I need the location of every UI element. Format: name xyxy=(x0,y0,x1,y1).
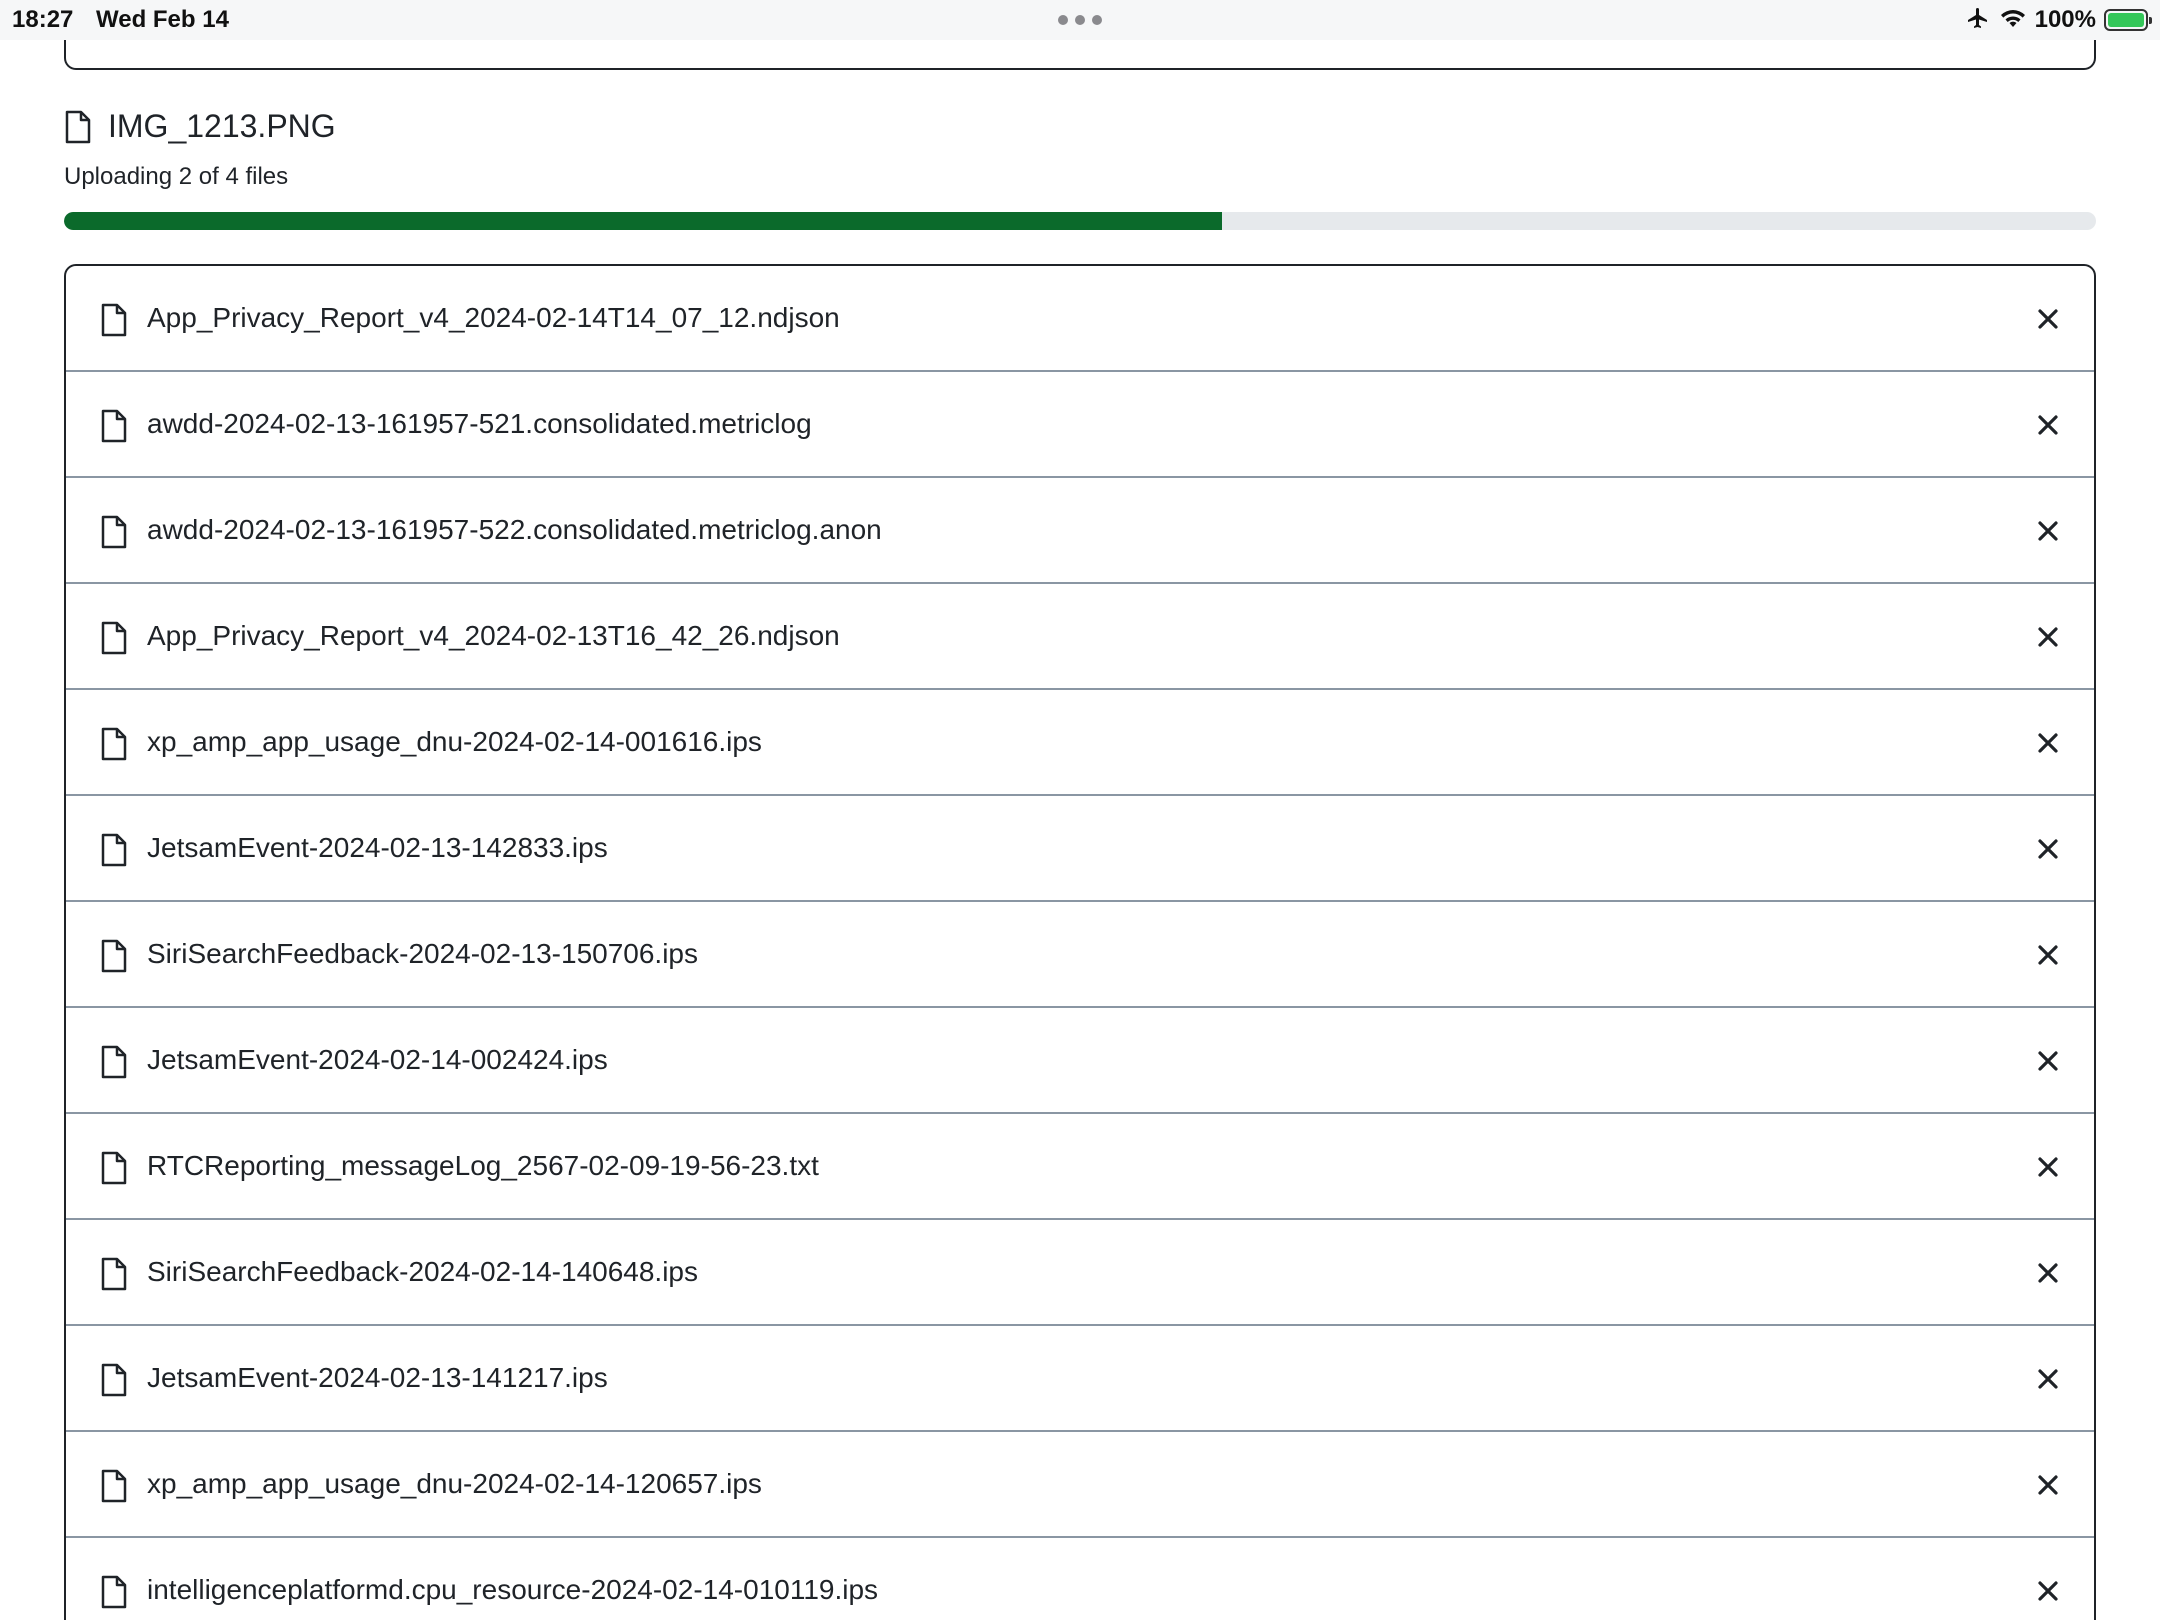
file-name: JetsamEvent-2024-02-13-141217.ips xyxy=(147,1362,608,1393)
file-name: SiriSearchFeedback-2024-02-14-140648.ips xyxy=(147,1256,699,1287)
status-indicators: 100% xyxy=(1965,4,2152,36)
file-row: awdd-2024-02-13-161957-521.consolidated.… xyxy=(66,372,2094,478)
remove-file-button[interactable] xyxy=(2028,299,2068,339)
file-row: RTCReporting_messageLog_2567-02-09-19-56… xyxy=(66,1114,2094,1220)
status-bar: 18:27 Wed Feb 14 100% xyxy=(0,0,2160,40)
remove-file-button[interactable] xyxy=(2028,935,2068,975)
file-list: App_Privacy_Report_v4_2024-02-14T14_07_1… xyxy=(64,264,2096,1620)
file-icon xyxy=(100,515,128,549)
remove-file-button[interactable] xyxy=(2028,1253,2068,1293)
file-name: xp_amp_app_usage_dnu-2024-02-14-001616.i… xyxy=(147,726,762,757)
battery-percent: 100% xyxy=(2034,6,2096,33)
file-name: intelligenceplatformd.cpu_resource-2024-… xyxy=(147,1574,879,1605)
file-icon xyxy=(64,110,92,144)
file-row: awdd-2024-02-13-161957-522.consolidated.… xyxy=(66,478,2094,584)
file-icon xyxy=(100,1363,128,1397)
upload-status-text: Uploading 2 of 4 files xyxy=(64,163,289,190)
multitasking-dots-icon[interactable] xyxy=(1058,15,1102,25)
file-row: xp_amp_app_usage_dnu-2024-02-14-001616.i… xyxy=(66,690,2094,796)
file-icon xyxy=(100,1257,128,1291)
remove-file-button[interactable] xyxy=(2028,1465,2068,1505)
remove-file-button[interactable] xyxy=(2028,1147,2068,1187)
file-row: SiriSearchFeedback-2024-02-14-140648.ips xyxy=(66,1220,2094,1326)
remove-file-button[interactable] xyxy=(2028,1359,2068,1399)
file-row: JetsamEvent-2024-02-14-002424.ips xyxy=(66,1008,2094,1114)
file-row: xp_amp_app_usage_dnu-2024-02-14-120657.i… xyxy=(66,1432,2094,1538)
file-name: JetsamEvent-2024-02-14-002424.ips xyxy=(147,1044,608,1075)
file-name: App_Privacy_Report_v4_2024-02-14T14_07_1… xyxy=(147,302,840,333)
file-icon xyxy=(100,833,128,867)
page: 18:27 Wed Feb 14 100% IMG_1213.PNG Uploa… xyxy=(0,0,2160,1620)
remove-file-button[interactable] xyxy=(2028,723,2068,763)
file-row: JetsamEvent-2024-02-13-141217.ips xyxy=(66,1326,2094,1432)
battery-charging-icon xyxy=(2104,9,2152,31)
upload-progress-fill xyxy=(64,212,1223,230)
file-row: App_Privacy_Report_v4_2024-02-13T16_42_2… xyxy=(66,584,2094,690)
remove-file-button[interactable] xyxy=(2028,829,2068,869)
status-time: 18:27 xyxy=(12,6,74,33)
file-name: xp_amp_app_usage_dnu-2024-02-14-120657.i… xyxy=(147,1468,762,1499)
file-name: App_Privacy_Report_v4_2024-02-13T16_42_2… xyxy=(147,620,840,651)
file-icon xyxy=(100,1575,128,1609)
remove-file-button[interactable] xyxy=(2028,511,2068,551)
status-date: Wed Feb 14 xyxy=(96,6,229,33)
remove-file-button[interactable] xyxy=(2028,617,2068,657)
file-icon xyxy=(100,939,128,973)
file-row: SiriSearchFeedback-2024-02-13-150706.ips xyxy=(66,902,2094,1008)
file-name: awdd-2024-02-13-161957-522.consolidated.… xyxy=(147,514,882,545)
file-row: App_Privacy_Report_v4_2024-02-14T14_07_1… xyxy=(66,266,2094,372)
file-row: JetsamEvent-2024-02-13-142833.ips xyxy=(66,796,2094,902)
remove-file-button[interactable] xyxy=(2028,1041,2068,1081)
file-icon xyxy=(100,621,128,655)
file-icon xyxy=(100,1045,128,1079)
upload-progress-bar xyxy=(64,212,2096,230)
file-name: RTCReporting_messageLog_2567-02-09-19-56… xyxy=(147,1150,819,1181)
remove-file-button[interactable] xyxy=(2028,405,2068,445)
airplane-icon xyxy=(1965,6,1991,35)
file-name: JetsamEvent-2024-02-13-142833.ips xyxy=(147,832,608,863)
file-icon xyxy=(100,727,128,761)
file-icon xyxy=(100,303,128,337)
file-icon xyxy=(100,409,128,443)
file-row: intelligenceplatformd.cpu_resource-2024-… xyxy=(66,1538,2094,1620)
file-icon xyxy=(100,1151,128,1185)
upload-current-file: IMG_1213.PNG xyxy=(64,108,336,145)
upload-filename: IMG_1213.PNG xyxy=(108,108,336,144)
wifi-icon xyxy=(1999,7,2027,34)
file-name: SiriSearchFeedback-2024-02-13-150706.ips xyxy=(147,938,699,969)
remove-file-button[interactable] xyxy=(2028,1571,2068,1611)
file-name: awdd-2024-02-13-161957-521.consolidated.… xyxy=(147,408,812,439)
file-icon xyxy=(100,1469,128,1503)
